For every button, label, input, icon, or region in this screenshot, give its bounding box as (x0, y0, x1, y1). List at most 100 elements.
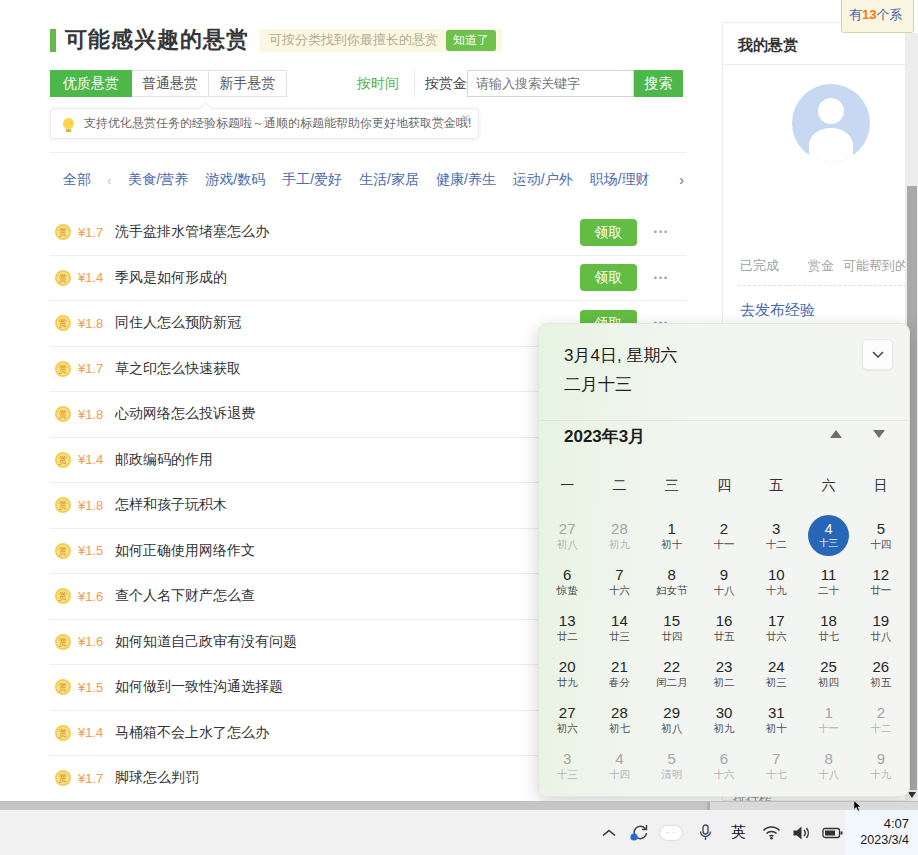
bounty-title[interactable]: 季风是如何形成的 (115, 269, 227, 287)
bounty-title[interactable]: 马桶箱不会上水了怎么办 (115, 724, 269, 742)
day-lunar: 初四 (818, 676, 839, 689)
calendar-day[interactable]: 5清明 (646, 742, 698, 788)
publish-link[interactable]: 去发布经验 (740, 301, 815, 320)
calendar-day[interactable]: 10十九 (750, 558, 802, 604)
sync-icon[interactable] (629, 824, 649, 841)
day-lunar: 十九 (870, 768, 891, 781)
scrollbar-down-arrow[interactable] (908, 792, 916, 798)
category-link-5[interactable]: 运动/户外 (513, 171, 573, 189)
calendar-day[interactable]: 24初三 (750, 650, 802, 696)
ime-indicator[interactable]: 英 (731, 823, 746, 842)
calendar-day[interactable]: 1十一 (802, 696, 854, 742)
category-link-0[interactable]: 美食/营养 (128, 171, 188, 189)
bounty-title[interactable]: 洗手盆排水管堵塞怎么办 (115, 223, 269, 241)
calendar-day[interactable]: 27初六 (541, 696, 593, 742)
taskbar-clock[interactable]: 4:07 2023/3/4 (845, 810, 918, 855)
calendar-day[interactable]: 21春分 (593, 650, 645, 696)
bounty-title[interactable]: 如何正确使用网络作文 (115, 542, 255, 560)
bounty-title[interactable]: 同住人怎么预防新冠 (115, 314, 241, 332)
day-lunar: 惊蛰 (557, 584, 578, 597)
bounty-title[interactable]: 怎样和孩子玩积木 (115, 496, 227, 514)
calendar-day[interactable]: 11二十 (802, 558, 854, 604)
calendar-day[interactable]: 28初七 (593, 696, 645, 742)
tab-2[interactable]: 新手悬赏 (209, 70, 287, 97)
more-options-icon[interactable]: ••• (637, 227, 686, 237)
calendar-day[interactable]: 9十九 (855, 742, 907, 788)
claim-button[interactable]: 领取 (580, 264, 637, 291)
calendar-day[interactable]: 28初九 (593, 512, 645, 558)
calendar-day[interactable]: 3十三 (541, 742, 593, 788)
calendar-day[interactable]: 17廿六 (750, 604, 802, 650)
tab-1[interactable]: 普通悬赏 (132, 70, 209, 97)
calendar-day[interactable]: 16廿五 (698, 604, 750, 650)
calendar-day[interactable]: 6惊蛰 (541, 558, 593, 604)
calendar-day[interactable]: 31初十 (750, 696, 802, 742)
coin-icon: 赏 (55, 270, 71, 286)
bounty-title[interactable]: 脚球怎么判罚 (115, 769, 199, 787)
calendar-next-month-icon[interactable] (873, 430, 885, 438)
tab-0[interactable]: 优质悬赏 (50, 70, 132, 97)
calendar-day[interactable]: 8妇女节 (646, 558, 698, 604)
calendar-day[interactable]: 4十三 (802, 512, 854, 558)
category-link-4[interactable]: 健康/养生 (436, 171, 496, 189)
calendar-day[interactable]: 15廿四 (646, 604, 698, 650)
calendar-day[interactable]: 2十二 (855, 696, 907, 742)
calendar-day[interactable]: 5十四 (855, 512, 907, 558)
bounty-title[interactable]: 如何做到一致性沟通选择题 (115, 678, 283, 696)
calendar-day[interactable]: 2十一 (698, 512, 750, 558)
notice-close-icon[interactable]: × (461, 109, 470, 126)
calendar-day[interactable]: 18廿七 (802, 604, 854, 650)
search-button[interactable]: 搜索 (634, 70, 683, 97)
calendar-day[interactable]: 3十二 (750, 512, 802, 558)
bounty-title[interactable]: 如何知道自己政审有没有问题 (115, 633, 297, 651)
calendar-day[interactable]: 20廿九 (541, 650, 593, 696)
coin-icon: 赏 (55, 497, 71, 513)
weekday-label: 六 (802, 472, 854, 504)
more-options-icon[interactable]: ••• (637, 273, 686, 283)
calendar-day[interactable]: 26初五 (855, 650, 907, 696)
calendar-collapse-button[interactable] (862, 339, 893, 370)
sort-by-time[interactable]: 按时间 (357, 75, 400, 93)
calendar-day[interactable]: 1初十 (646, 512, 698, 558)
speaker-icon[interactable] (792, 825, 811, 841)
day-lunar: 初五 (870, 676, 891, 689)
calendar-day[interactable]: 14廿三 (593, 604, 645, 650)
calendar-day[interactable]: 7十七 (750, 742, 802, 788)
bounty-title[interactable]: 心动网络怎么投诉退费 (115, 405, 255, 423)
category-link-1[interactable]: 游戏/数码 (205, 171, 265, 189)
calendar-prev-month-icon[interactable] (830, 430, 842, 438)
calendar-day[interactable]: 19廿八 (855, 604, 907, 650)
bounty-title[interactable]: 邮政编码的作用 (115, 451, 213, 469)
hidden-icons-pill[interactable]: · · (660, 826, 682, 840)
calendar-day[interactable]: 4十四 (593, 742, 645, 788)
category-link-2[interactable]: 手工/爱好 (282, 171, 342, 189)
category-all[interactable]: 全部 (63, 171, 91, 189)
calendar-day[interactable]: 7十六 (593, 558, 645, 604)
claim-button[interactable]: 领取 (580, 219, 637, 246)
calendar-day[interactable]: 29初八 (646, 696, 698, 742)
calendar-day[interactable]: 25初四 (802, 650, 854, 696)
calendar-day[interactable]: 9十八 (698, 558, 750, 604)
horizontal-scrollbar-track[interactable] (0, 801, 918, 810)
sort-by-reward[interactable]: 按赏金 (425, 75, 467, 93)
category-next-icon[interactable]: › (679, 172, 684, 188)
bounty-title[interactable]: 草之印怎么快速获取 (115, 360, 241, 378)
calendar-day[interactable]: 22闰二月 (646, 650, 698, 696)
tray-chevron-up-icon[interactable] (602, 829, 616, 837)
wifi-icon[interactable] (762, 825, 781, 840)
system-notification[interactable]: 有13个系 (841, 0, 914, 33)
microphone-icon[interactable] (699, 824, 712, 841)
calendar-day[interactable]: 30初九 (698, 696, 750, 742)
calendar-day[interactable]: 27初八 (541, 512, 593, 558)
category-link-3[interactable]: 生活/家居 (359, 171, 419, 189)
calendar-day[interactable]: 13廿二 (541, 604, 593, 650)
bounty-title[interactable]: 查个人名下财产怎么查 (115, 587, 255, 605)
search-input[interactable] (467, 70, 634, 97)
got-it-button[interactable]: 知道了 (446, 30, 496, 51)
category-link-6[interactable]: 职场/理财 (590, 171, 650, 189)
calendar-day[interactable]: 6十六 (698, 742, 750, 788)
battery-icon[interactable] (822, 826, 843, 840)
calendar-day[interactable]: 23初二 (698, 650, 750, 696)
calendar-day[interactable]: 8十八 (802, 742, 854, 788)
calendar-day[interactable]: 12廿一 (855, 558, 907, 604)
